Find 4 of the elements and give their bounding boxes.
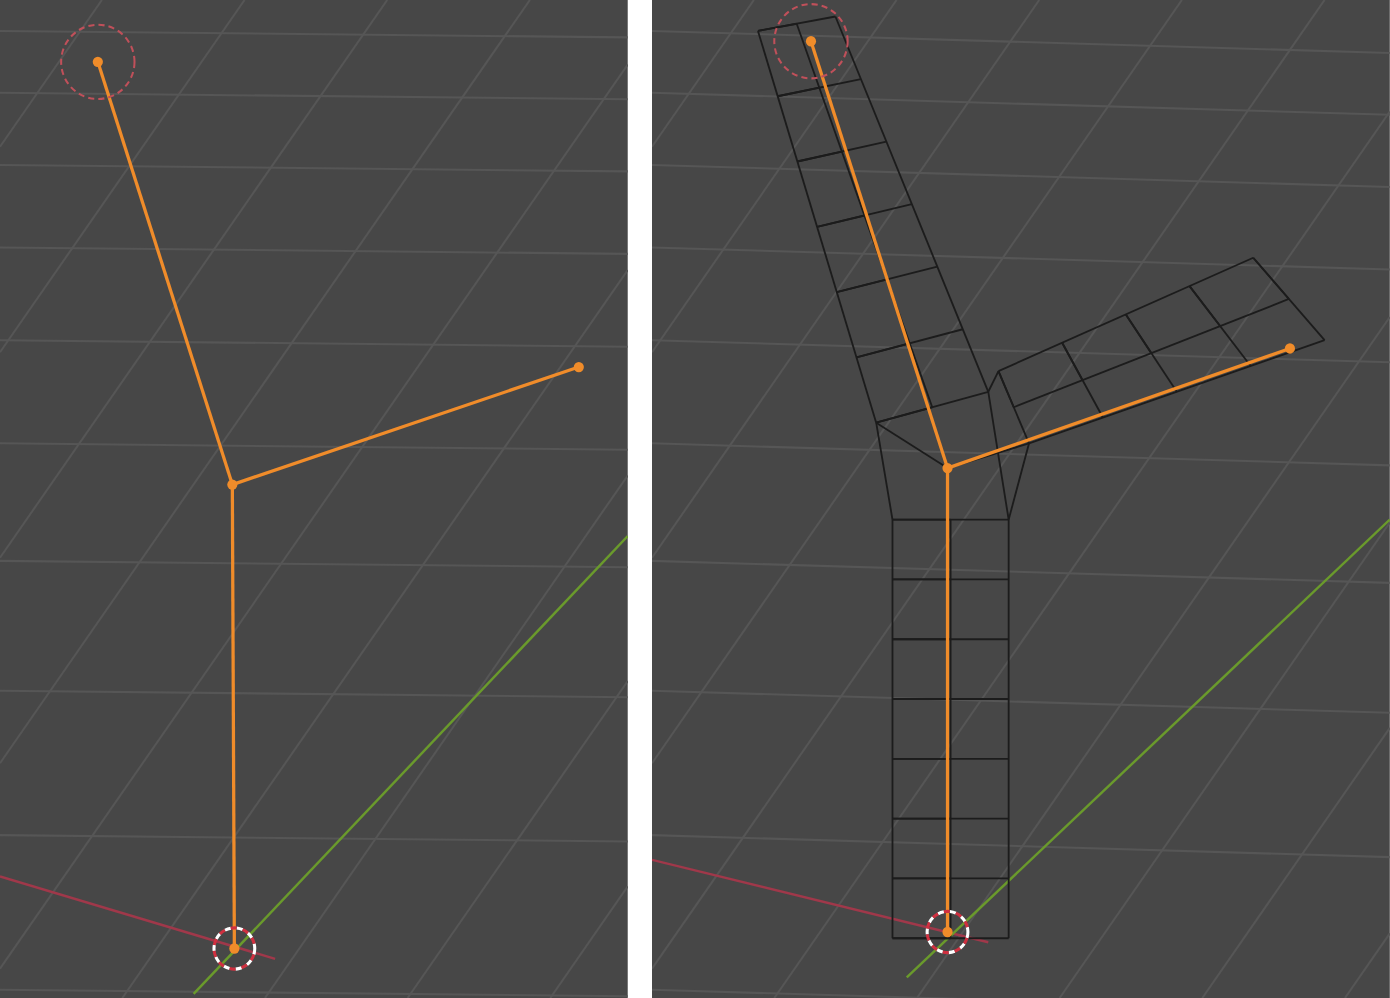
origin-cursor-icon [925, 909, 970, 955]
target-circle-icon [772, 3, 849, 80]
target-circle-icon [60, 23, 136, 100]
origin-cursor-icon [212, 926, 257, 971]
